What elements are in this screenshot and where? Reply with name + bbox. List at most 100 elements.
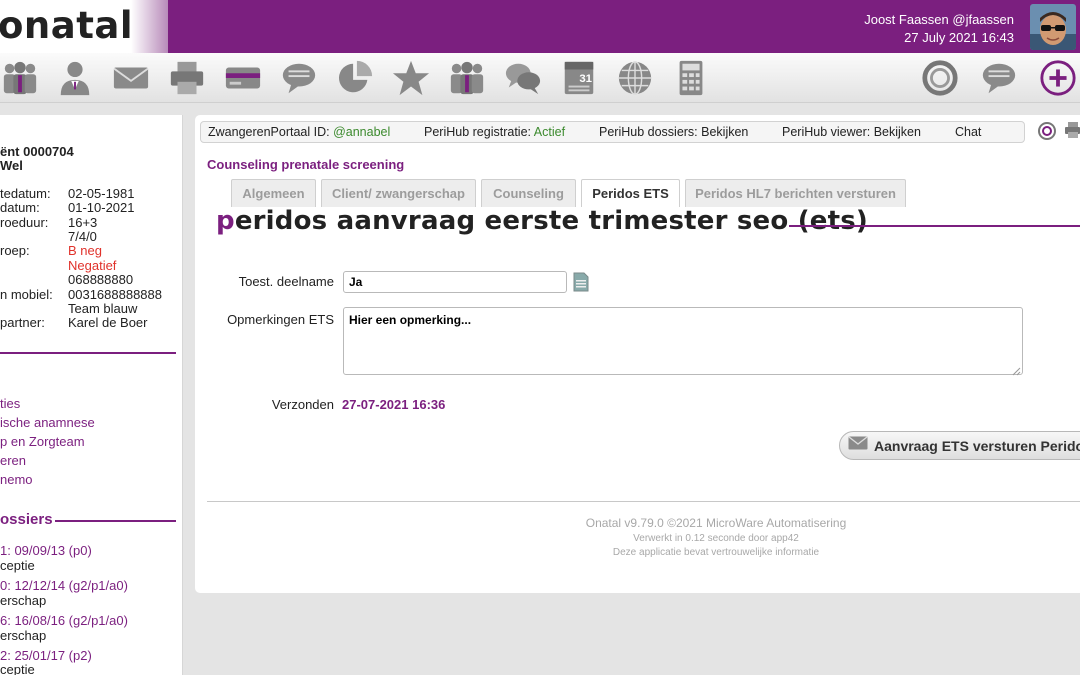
viewer-link[interactable]: Bekijken xyxy=(874,125,921,139)
form-title-initial: p xyxy=(216,206,235,236)
client-label: ënt xyxy=(0,144,20,159)
field-value: Team blauw xyxy=(68,301,138,316)
field-label: n mobiel: xyxy=(0,287,53,302)
send-ets-button[interactable]: Aanvraag ETS versturen Peridos xyxy=(839,431,1080,460)
field-label: datum: xyxy=(0,200,40,215)
dossier-type: erschap xyxy=(0,628,47,643)
sidebar-link[interactable]: ties xyxy=(0,396,20,411)
field-value: 7/4/0 xyxy=(68,229,97,244)
printer-small-icon[interactable] xyxy=(1064,121,1080,139)
field-value: 01-10-2021 xyxy=(68,200,135,215)
field-value: 16+3 xyxy=(68,215,98,230)
field-label: tedatum: xyxy=(0,186,51,201)
printer-icon[interactable] xyxy=(167,58,207,98)
dossier-type: ceptie xyxy=(0,558,35,573)
field-label: roeduur: xyxy=(0,215,49,230)
client-sidebar: ënt 0000704 Wel tedatum: 02-05-1981 datu… xyxy=(0,115,183,675)
field-value: Karel de Boer xyxy=(68,315,148,330)
client-name: Wel xyxy=(0,158,23,173)
app-header: onatal Joost Faassen @jfaassen 27 July 2… xyxy=(0,0,1080,53)
opmerkingen-field[interactable]: Hier een opmerking... xyxy=(343,307,1023,375)
dossier-link[interactable]: 0: 12/12/14 (g2/p1/a0) xyxy=(0,578,128,593)
ring-icon[interactable] xyxy=(920,58,960,98)
send-button-label: Aanvraag ETS versturen Peridos xyxy=(874,437,1080,454)
field-value: 068888880 xyxy=(68,272,134,287)
viewer-label: PeriHub viewer: xyxy=(782,125,871,139)
rhesus-value: Negatief xyxy=(68,258,117,273)
footer-version: Onatal v9.79.0 ©2021 MicroWare Automatis… xyxy=(585,516,847,530)
dossiers-label: PeriHub dossiers: xyxy=(599,125,698,139)
date-time: 27 July 2021 16:43 xyxy=(904,30,1014,45)
dossiers-link[interactable]: Bekijken xyxy=(701,125,748,139)
portal-value[interactable]: @annabel xyxy=(333,125,390,139)
dossier-type: ceptie xyxy=(0,662,35,675)
card-icon[interactable] xyxy=(223,58,263,98)
portal-id: ZwangerenPortaal ID: @annabel xyxy=(208,125,390,139)
deelname-field[interactable] xyxy=(343,271,567,293)
verzonden-value: 27-07-2021 16:36 xyxy=(342,397,446,412)
mail-icon[interactable] xyxy=(111,58,151,98)
registratie-label: PeriHub registratie: xyxy=(424,125,531,139)
pie-chart-icon[interactable] xyxy=(335,58,375,98)
divider xyxy=(0,352,176,354)
speech-bubble-icon[interactable] xyxy=(279,58,319,98)
perihub-viewer: PeriHub viewer: Bekijken xyxy=(782,125,921,139)
group-icon[interactable] xyxy=(447,58,487,98)
title-divider xyxy=(789,225,1080,227)
registratie-value[interactable]: Actief xyxy=(534,125,565,139)
user-name[interactable]: Joost Faassen @jfaassen xyxy=(864,12,1014,27)
tab-counseling[interactable]: Counseling xyxy=(481,179,576,207)
portal-label: ZwangerenPortaal ID: xyxy=(208,125,330,139)
perihub-registratie: PeriHub registratie: Actief xyxy=(424,125,565,139)
logo[interactable]: onatal xyxy=(0,0,168,53)
dossier-link[interactable]: 2: 25/01/17 (p2) xyxy=(0,648,92,663)
client-number: 0000704 xyxy=(23,144,74,159)
calendar-icon[interactable]: 31 xyxy=(559,58,599,98)
dossier-link[interactable]: 1: 09/09/13 (p0) xyxy=(0,543,92,558)
sidebar-link[interactable]: p en Zorgteam xyxy=(0,434,85,449)
client-id-row: ënt 0000704 xyxy=(0,144,74,159)
tab-peridos-ets[interactable]: Peridos ETS xyxy=(581,179,680,207)
verzonden-label: Verzonden xyxy=(271,397,334,412)
sidebar-link[interactable]: ische anamnese xyxy=(0,415,95,430)
chat-bubbles-icon[interactable] xyxy=(503,58,543,98)
form-title: peridos aanvraag eerste trimester seo (e… xyxy=(216,206,868,236)
field-label: partner: xyxy=(0,315,45,330)
field-value: 0031688888888 xyxy=(68,287,162,302)
deelname-label: Toest. deelname xyxy=(238,274,334,289)
field-label: roep: xyxy=(0,243,30,258)
footer-processed: Verwerkt in 0.12 seconde door app42 xyxy=(633,533,799,544)
form-title-rest: eridos aanvraag eerste trimester seo (et… xyxy=(234,206,869,236)
dossier-link[interactable]: 6: 16/08/16 (g2/p1/a0) xyxy=(0,613,128,628)
plus-icon[interactable] xyxy=(1038,58,1078,98)
avatar[interactable] xyxy=(1030,4,1076,50)
footer-confidential: Deze applicatie bevat vertrouwelijke inf… xyxy=(612,547,820,558)
tab-algemeen[interactable]: Algemeen xyxy=(231,179,316,207)
globe-icon[interactable] xyxy=(615,58,655,98)
envelope-icon xyxy=(848,436,868,455)
calendar-day: 31 xyxy=(579,73,592,85)
star-icon[interactable] xyxy=(391,58,431,98)
sidebar-link[interactable]: nemo xyxy=(0,472,33,487)
opmerkingen-label: Opmerkingen ETS xyxy=(227,312,334,327)
calculator-icon[interactable] xyxy=(671,58,711,98)
logo-text: onatal xyxy=(0,4,134,47)
perihub-dossiers: PeriHub dossiers: Bekijken xyxy=(599,125,748,139)
ring-small-icon[interactable] xyxy=(1037,121,1057,141)
dossier-type: erschap xyxy=(0,593,47,608)
document-icon[interactable] xyxy=(573,272,589,292)
dossiers-heading: ossiers xyxy=(0,511,53,528)
resize-handle-icon[interactable] xyxy=(1011,363,1021,376)
divider xyxy=(55,520,176,522)
footer-divider xyxy=(207,501,1080,502)
blood-group-value: B neg xyxy=(68,243,102,258)
perihub-bar: ZwangerenPortaal ID: @annabel PeriHub re… xyxy=(200,121,1025,143)
tab-peridos-hl7[interactable]: Peridos HL7 berichten versturen xyxy=(685,179,906,207)
tab-client-zwangerschap[interactable]: Client/ zwangerschap xyxy=(321,179,476,207)
field-value: 02-05-1981 xyxy=(68,186,135,201)
users-icon[interactable] xyxy=(0,58,40,98)
chat-link[interactable]: Chat xyxy=(955,125,981,139)
sidebar-link[interactable]: eren xyxy=(0,453,26,468)
message-icon[interactable] xyxy=(979,58,1019,98)
doctor-icon[interactable] xyxy=(55,58,95,98)
